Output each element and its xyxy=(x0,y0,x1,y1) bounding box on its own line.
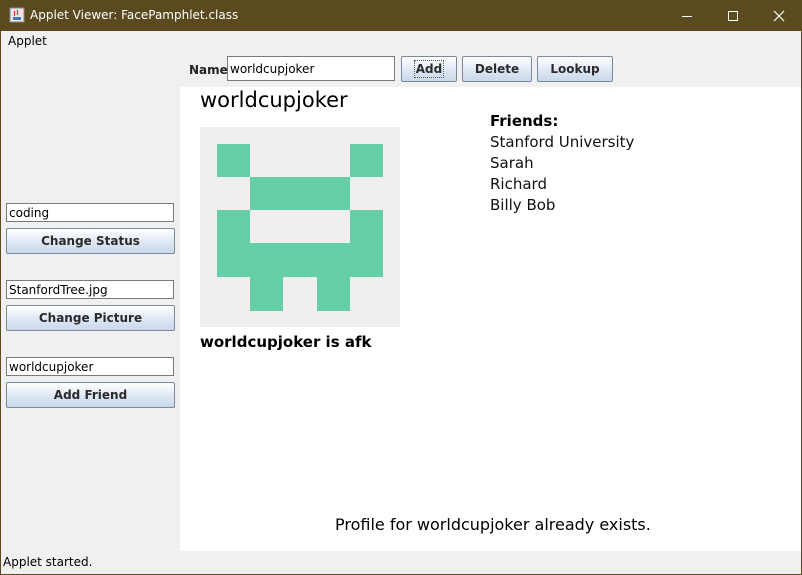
window-title: Applet Viewer: FacePamphlet.class xyxy=(30,8,239,22)
minimize-icon[interactable] xyxy=(664,0,710,31)
profile-canvas: worldcupjoker worldcupjoker is afk Frien… xyxy=(180,87,801,551)
friends-header: Friends: xyxy=(490,112,559,130)
friend-item: Sarah xyxy=(490,154,534,172)
change-status-button[interactable]: Change Status xyxy=(6,228,175,254)
lookup-button[interactable]: Lookup xyxy=(537,56,613,82)
add-button[interactable]: Add xyxy=(401,56,457,82)
profile-status: worldcupjoker is afk xyxy=(200,333,372,351)
name-input[interactable]: worldcupjoker xyxy=(227,56,395,81)
status-input[interactable]: coding xyxy=(6,203,174,222)
add-button-label: Add xyxy=(413,60,445,78)
application-message: Profile for worldcupjoker already exists… xyxy=(335,515,651,534)
menu-applet[interactable]: Applet xyxy=(8,34,47,48)
maximize-icon[interactable] xyxy=(710,0,756,31)
java-applet-icon xyxy=(9,7,25,23)
applet-window: Applet Name worldcupjoker Add Delete Loo… xyxy=(1,31,801,574)
friend-item: Stanford University xyxy=(490,133,635,151)
friend-item: Billy Bob xyxy=(490,196,556,214)
change-picture-button[interactable]: Change Picture xyxy=(6,305,175,331)
delete-button[interactable]: Delete xyxy=(462,56,532,82)
lookup-button-label: Lookup xyxy=(550,62,600,76)
title-bar: Applet Viewer: FacePamphlet.class xyxy=(0,0,802,31)
add-friend-button[interactable]: Add Friend xyxy=(6,382,175,408)
friend-input[interactable]: worldcupjoker xyxy=(6,357,174,376)
change-picture-label: Change Picture xyxy=(38,311,143,325)
menu-bar: Applet xyxy=(1,31,801,51)
add-friend-label: Add Friend xyxy=(53,388,128,402)
profile-picture xyxy=(200,127,400,327)
friend-item: Richard xyxy=(490,175,547,193)
close-icon[interactable] xyxy=(756,0,802,31)
applet-status-bar: Applet started. xyxy=(3,555,93,569)
change-status-label: Change Status xyxy=(41,234,140,248)
name-label: Name xyxy=(189,63,228,77)
profile-name: worldcupjoker xyxy=(200,88,348,112)
delete-button-label: Delete xyxy=(474,62,520,76)
picture-input[interactable]: StanfordTree.jpg xyxy=(6,280,174,299)
